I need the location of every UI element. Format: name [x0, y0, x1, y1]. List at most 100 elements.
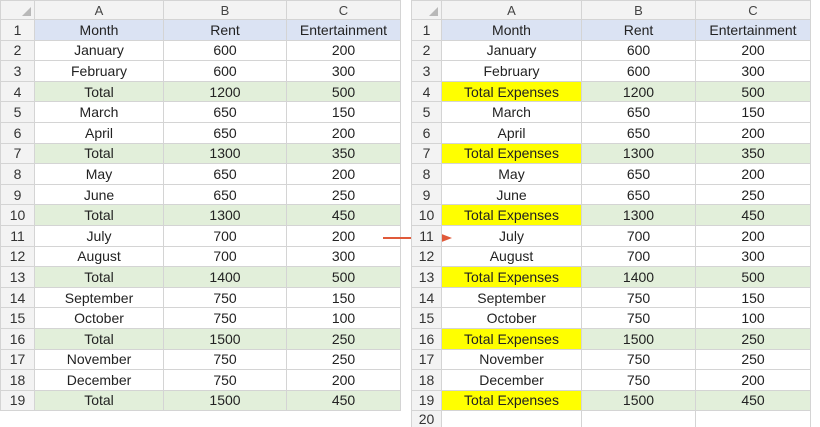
cell-c[interactable]: 100 [695, 307, 811, 329]
cell-a[interactable]: Total Expenses [441, 266, 582, 288]
cell-b[interactable]: 750 [163, 307, 287, 329]
cell-b[interactable]: 1500 [581, 327, 696, 350]
column-header-b[interactable]: B [581, 0, 696, 20]
cell-b[interactable]: 600 [581, 39, 696, 62]
cell-c[interactable]: 500 [286, 80, 401, 103]
cell-b[interactable]: 1500 [163, 389, 287, 412]
cell-c[interactable]: 200 [695, 369, 811, 391]
row-number[interactable]: 19 [411, 389, 442, 412]
cell-a[interactable]: January [441, 39, 582, 62]
cell-a[interactable]: July [441, 224, 582, 247]
cell-a[interactable]: November [441, 348, 582, 371]
cell-a[interactable]: Total [34, 80, 164, 103]
cell-c[interactable]: 250 [286, 327, 401, 350]
cell-b[interactable]: 1400 [163, 266, 287, 288]
cell-a[interactable]: Total Expenses [441, 142, 582, 165]
cell-c[interactable]: 150 [286, 286, 401, 309]
cell-c[interactable]: 200 [286, 121, 401, 144]
cell-c[interactable]: 300 [286, 60, 401, 82]
cell-a[interactable] [441, 410, 582, 427]
row-number[interactable]: 8 [0, 163, 35, 185]
cell-b[interactable]: 1500 [163, 327, 287, 350]
cell-a[interactable]: December [34, 369, 164, 391]
cell-a[interactable]: Total [34, 204, 164, 226]
select-all-corner[interactable] [0, 0, 35, 20]
cell-c[interactable]: 250 [286, 348, 401, 371]
row-number[interactable]: 14 [0, 286, 35, 309]
cell-c[interactable]: 450 [695, 389, 811, 412]
cell-c[interactable]: 150 [695, 286, 811, 309]
row-number[interactable]: 5 [0, 101, 35, 123]
row-number[interactable]: 5 [411, 101, 442, 123]
row-number[interactable]: 10 [411, 204, 442, 226]
row-number[interactable]: 7 [0, 142, 35, 165]
row-number[interactable]: 9 [0, 183, 35, 206]
row-number[interactable]: 13 [0, 266, 35, 288]
cell-a[interactable]: December [441, 369, 582, 391]
row-number[interactable]: 3 [411, 60, 442, 82]
cell-c[interactable]: 300 [695, 60, 811, 82]
cell-c[interactable]: 350 [286, 142, 401, 165]
row-number[interactable]: 4 [0, 80, 35, 103]
cell-b[interactable]: 600 [581, 60, 696, 82]
cell-b[interactable]: 1500 [581, 389, 696, 412]
row-number[interactable]: 17 [411, 348, 442, 371]
row-number[interactable]: 4 [411, 80, 442, 103]
cell-b[interactable]: 700 [581, 245, 696, 268]
cell-a[interactable]: Total Expenses [441, 80, 582, 103]
cell-b[interactable]: 1300 [163, 204, 287, 226]
row-number[interactable]: 10 [0, 204, 35, 226]
row-number[interactable]: 16 [411, 327, 442, 350]
cell-a[interactable]: September [34, 286, 164, 309]
cell-c[interactable]: 150 [286, 101, 401, 123]
cell-b[interactable]: 1200 [163, 80, 287, 103]
row-number[interactable]: 12 [0, 245, 35, 268]
cell-b[interactable]: 650 [581, 121, 696, 144]
cell-c[interactable]: Entertainment [286, 19, 401, 41]
column-header-c[interactable]: C [695, 0, 811, 20]
cell-a[interactable]: October [441, 307, 582, 329]
row-number[interactable]: 1 [411, 19, 442, 41]
row-number[interactable]: 9 [411, 183, 442, 206]
cell-c[interactable]: 200 [286, 163, 401, 185]
cell-c[interactable]: 300 [286, 245, 401, 268]
cell-a[interactable]: April [34, 121, 164, 144]
cell-c[interactable]: 450 [695, 204, 811, 226]
cell-c[interactable]: 200 [286, 369, 401, 391]
cell-b[interactable]: 600 [163, 39, 287, 62]
row-number[interactable]: 12 [411, 245, 442, 268]
cell-a[interactable]: May [34, 163, 164, 185]
cell-b[interactable]: 650 [581, 101, 696, 123]
row-number[interactable]: 1 [0, 19, 35, 41]
cell-a[interactable]: June [441, 183, 582, 206]
row-number[interactable]: 18 [0, 369, 35, 391]
row-number[interactable]: 15 [0, 307, 35, 329]
cell-b[interactable]: 750 [581, 348, 696, 371]
cell-b[interactable]: Rent [163, 19, 287, 41]
cell-a[interactable]: September [441, 286, 582, 309]
cell-a[interactable]: August [34, 245, 164, 268]
column-header-a[interactable]: A [34, 0, 164, 20]
cell-a[interactable]: March [34, 101, 164, 123]
cell-a[interactable]: Total [34, 142, 164, 165]
cell-b[interactable]: Rent [581, 19, 696, 41]
cell-a[interactable]: Month [34, 19, 164, 41]
cell-c[interactable]: 200 [286, 39, 401, 62]
cell-b[interactable]: 650 [581, 183, 696, 206]
cell-a[interactable]: February [441, 60, 582, 82]
cell-b[interactable]: 1300 [581, 142, 696, 165]
cell-b[interactable]: 1300 [163, 142, 287, 165]
cell-c[interactable]: 250 [695, 348, 811, 371]
cell-a[interactable]: June [34, 183, 164, 206]
cell-a[interactable]: Total [34, 327, 164, 350]
cell-c[interactable]: Entertainment [695, 19, 811, 41]
row-number[interactable]: 11 [411, 224, 442, 247]
cell-b[interactable]: 750 [163, 286, 287, 309]
row-number[interactable]: 17 [0, 348, 35, 371]
cell-b[interactable]: 650 [163, 121, 287, 144]
cell-b[interactable]: 700 [163, 224, 287, 247]
row-number[interactable]: 8 [411, 163, 442, 185]
select-all-corner[interactable] [411, 0, 442, 20]
row-number[interactable]: 2 [0, 39, 35, 62]
cell-b[interactable]: 750 [581, 369, 696, 391]
